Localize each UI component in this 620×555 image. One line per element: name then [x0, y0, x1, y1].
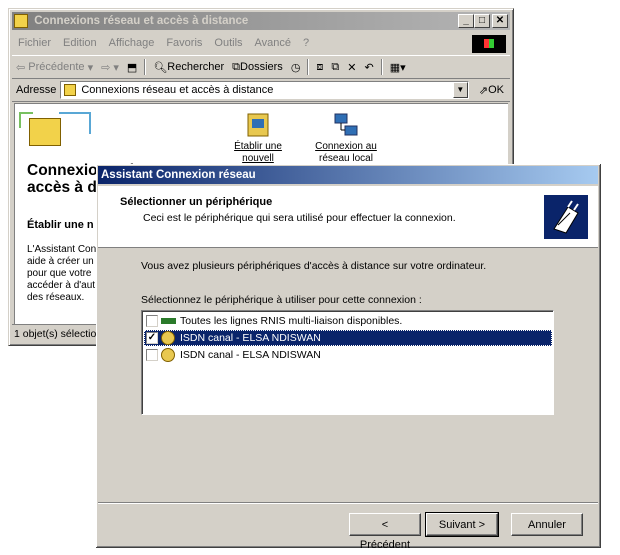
- explorer-titlebar[interactable]: Connexions réseau et accès à distance _ …: [12, 12, 510, 30]
- network-folder-icon: [14, 14, 28, 28]
- wizard-header-title: Sélectionner un périphérique: [120, 196, 273, 208]
- section-heading: Établir une n: [27, 219, 94, 231]
- explorer-title: Connexions réseau et accès à distance: [34, 15, 249, 27]
- menu-edition[interactable]: Edition: [57, 37, 103, 49]
- previous-button[interactable]: < Précédent: [349, 513, 421, 551]
- folders-button[interactable]: ⧉ Dossiers: [228, 61, 287, 74]
- device-list-label: Sélectionnez le périphérique à utiliser …: [141, 294, 422, 306]
- address-value: Connexions réseau et accès à distance: [81, 84, 274, 96]
- wizard-header: Sélectionner un périphérique Ceci est le…: [98, 186, 598, 248]
- cancel-button[interactable]: Annuler: [511, 513, 583, 536]
- undo-button[interactable]: ↶: [361, 61, 378, 74]
- delete-icon: ✕: [347, 61, 357, 74]
- search-button[interactable]: 🔍︎ Rechercher: [149, 61, 228, 74]
- menu-favoris[interactable]: Favoris: [160, 37, 208, 49]
- multilink-icon: [161, 314, 176, 328]
- device-label: Toutes les lignes RNIS multi-liaison dis…: [180, 315, 403, 327]
- new-connection-item[interactable]: Établir une nouvell: [228, 112, 288, 165]
- chevron-down-icon: ▾: [84, 61, 94, 74]
- views-icon: ▦▾: [389, 61, 406, 74]
- device-checkbox[interactable]: [146, 315, 158, 327]
- up-folder-icon: ⬒: [126, 61, 138, 74]
- address-input[interactable]: Connexions réseau et accès à distance ▼: [60, 81, 469, 99]
- network-folder-icon: [64, 84, 77, 96]
- network-plug-icon: [544, 195, 588, 239]
- device-label: ISDN canal - ELSA NDISWAN: [180, 332, 321, 344]
- network-connection-wizard: Assistant Connexion réseau Sélectionner …: [96, 164, 601, 551]
- address-bar: Adresse Connexions réseau et accès à dis…: [12, 79, 510, 102]
- isdn-icon: [161, 331, 175, 345]
- device-item-multilink[interactable]: Toutes les lignes RNIS multi-liaison dis…: [144, 313, 552, 329]
- wizard-title: Assistant Connexion réseau: [101, 169, 256, 181]
- toolbar-separator: [144, 59, 147, 75]
- wizard-separator: [98, 502, 598, 504]
- back-arrow-icon: ⇦: [16, 61, 29, 74]
- maximize-button[interactable]: □: [474, 14, 490, 28]
- wizard-intro: Vous avez plusieurs périphériques d'accè…: [141, 260, 487, 272]
- lan-connection-item[interactable]: Connexion au réseau local: [308, 112, 384, 165]
- lan-connection-icon: [333, 112, 359, 138]
- menu-affichage[interactable]: Affichage: [103, 37, 161, 49]
- device-item-isdn-1[interactable]: ✓ ISDN canal - ELSA NDISWAN: [144, 330, 552, 346]
- go-button[interactable]: ⇗ OK: [473, 84, 510, 97]
- views-button[interactable]: ▦▾: [386, 61, 410, 74]
- folders-icon: ⧉: [232, 60, 241, 73]
- minimize-button[interactable]: _: [458, 14, 474, 28]
- menu-bar: Fichier Edition Affichage Favoris Outils…: [12, 33, 510, 53]
- history-button[interactable]: ◷: [287, 61, 305, 74]
- status-text: 1 objet(s) sélection: [14, 328, 103, 340]
- next-button[interactable]: Suivant >: [425, 512, 499, 537]
- delete-button[interactable]: ✕: [343, 61, 360, 74]
- device-label: ISDN canal - ELSA NDISWAN: [180, 349, 321, 361]
- close-button[interactable]: ✕: [492, 14, 508, 28]
- new-connection-icon: [245, 112, 271, 138]
- address-label: Adresse: [16, 84, 57, 96]
- toolbar-separator: [380, 59, 383, 75]
- up-folder-button[interactable]: ⬒: [123, 61, 141, 74]
- move-to-button[interactable]: ⧈: [312, 61, 327, 74]
- windows-logo-icon: [472, 35, 506, 53]
- back-button[interactable]: ⇦ Précédente ▾: [12, 61, 97, 74]
- toolbar: ⇦ Précédente ▾ ⇨ ▾ ⬒ 🔍︎ Rechercher ⧉ Dos…: [12, 55, 510, 79]
- copy-to-icon: ⧉: [331, 60, 340, 73]
- menu-outils[interactable]: Outils: [208, 37, 248, 49]
- search-icon: 🔍︎: [153, 61, 168, 74]
- undo-icon: ↶: [364, 61, 374, 74]
- menu-avance[interactable]: Avancé: [249, 37, 298, 49]
- network-connections-folder-icon: [19, 112, 91, 148]
- copy-to-button[interactable]: ⧉: [327, 61, 343, 74]
- go-arrow-icon: ⇗: [478, 84, 489, 97]
- device-checkbox[interactable]: [146, 349, 158, 361]
- menu-help[interactable]: ?: [297, 37, 315, 49]
- menu-fichier[interactable]: Fichier: [12, 37, 57, 49]
- wizard-titlebar[interactable]: Assistant Connexion réseau: [98, 166, 598, 184]
- device-item-isdn-2[interactable]: ISDN canal - ELSA NDISWAN: [144, 347, 552, 363]
- forward-button[interactable]: ⇨ ▾: [97, 61, 123, 74]
- move-to-icon: ⧈: [316, 60, 324, 73]
- isdn-icon: [161, 348, 175, 362]
- history-icon: ◷: [290, 61, 301, 74]
- device-checkbox[interactable]: ✓: [146, 332, 158, 344]
- toolbar-separator: [307, 59, 310, 75]
- address-dropdown-button[interactable]: ▼: [452, 82, 468, 98]
- wizard-header-subtitle: Ceci est le périphérique qui sera utilis…: [143, 212, 456, 224]
- device-listbox[interactable]: Toutes les lignes RNIS multi-liaison dis…: [141, 310, 554, 415]
- forward-arrow-icon: ⇨ ▾: [101, 61, 119, 74]
